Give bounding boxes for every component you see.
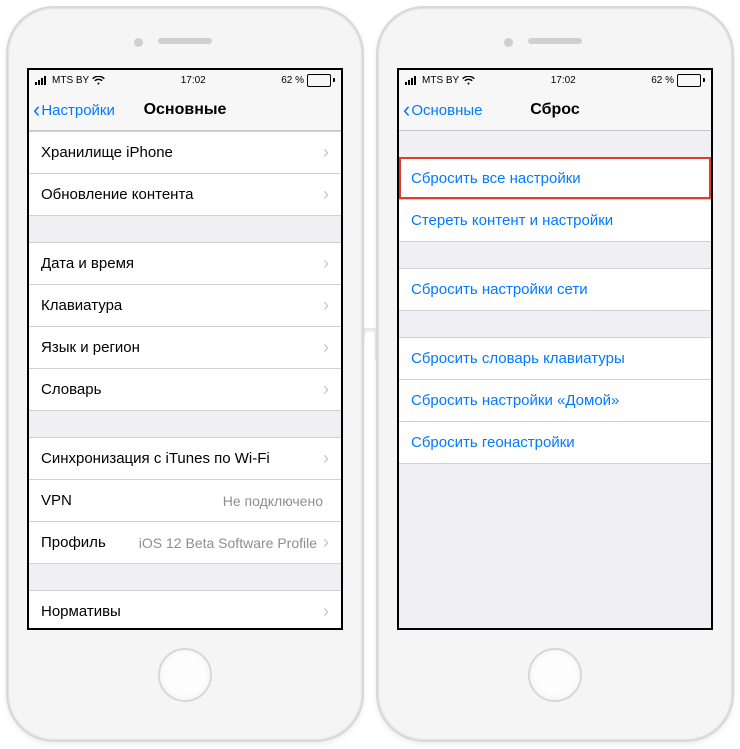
status-time: 17:02 bbox=[551, 75, 576, 86]
row-reset-network[interactable]: Сбросить настройки сети bbox=[399, 268, 711, 311]
home-button[interactable] bbox=[528, 648, 582, 702]
row-label: Обновление контента bbox=[41, 186, 323, 203]
row-reset-location[interactable]: Сбросить геонастройки bbox=[399, 421, 711, 464]
chevron-right-icon: › bbox=[323, 532, 329, 553]
status-time: 17:02 bbox=[181, 75, 206, 86]
row-storage[interactable]: Хранилище iPhone › bbox=[29, 131, 341, 173]
screen-left: MTS BY 17:02 62 % ‹ Настройк bbox=[27, 68, 343, 630]
row-label: Нормативы bbox=[41, 603, 323, 620]
row-profile[interactable]: Профиль iOS 12 Beta Software Profile › bbox=[29, 521, 341, 564]
row-label: Язык и регион bbox=[41, 339, 323, 356]
earpiece-icon bbox=[158, 38, 212, 44]
signal-icon bbox=[405, 75, 419, 85]
front-camera-icon bbox=[504, 38, 513, 47]
home-button[interactable] bbox=[158, 648, 212, 702]
status-bar: MTS BY 17:02 62 % bbox=[29, 70, 341, 90]
back-button[interactable]: ‹ Основные bbox=[403, 99, 483, 121]
chevron-right-icon: › bbox=[323, 601, 329, 622]
page-title: Основные bbox=[144, 101, 227, 119]
row-label: Сбросить геонастройки bbox=[411, 434, 699, 451]
row-label: Клавиатура bbox=[41, 297, 323, 314]
row-label: Сбросить все настройки bbox=[411, 170, 699, 187]
row-erase-all[interactable]: Стереть контент и настройки bbox=[399, 199, 711, 242]
chevron-right-icon: › bbox=[323, 337, 329, 358]
reset-list[interactable]: Сбросить все настройки Стереть контент и… bbox=[399, 131, 711, 628]
chevron-right-icon: › bbox=[323, 142, 329, 163]
row-background-refresh[interactable]: Обновление контента › bbox=[29, 173, 341, 216]
back-label: Основные bbox=[411, 102, 482, 119]
row-vpn[interactable]: VPN Не подключено bbox=[29, 479, 341, 521]
battery-icon bbox=[677, 74, 705, 87]
row-keyboard[interactable]: Клавиатура › bbox=[29, 284, 341, 326]
row-date-time[interactable]: Дата и время › bbox=[29, 242, 341, 284]
row-label: VPN bbox=[41, 492, 223, 509]
row-label: Сбросить настройки «Домой» bbox=[411, 392, 699, 409]
row-label: Сбросить словарь клавиатуры bbox=[411, 350, 699, 367]
chevron-right-icon: › bbox=[323, 379, 329, 400]
row-label: Стереть контент и настройки bbox=[411, 212, 699, 229]
phone-right: MTS BY 17:02 62 % ‹ Основные bbox=[376, 6, 734, 742]
row-label: Сбросить настройки сети bbox=[411, 281, 699, 298]
chevron-right-icon: › bbox=[323, 295, 329, 316]
wifi-icon bbox=[92, 76, 105, 85]
phone-left: MTS BY 17:02 62 % ‹ Настройк bbox=[6, 6, 364, 742]
row-value: Не подключено bbox=[223, 493, 323, 509]
row-language-region[interactable]: Язык и регион › bbox=[29, 326, 341, 368]
row-label: Дата и время bbox=[41, 255, 323, 272]
row-regulatory[interactable]: Нормативы › bbox=[29, 590, 341, 628]
chevron-left-icon: ‹ bbox=[403, 99, 410, 121]
signal-icon bbox=[35, 75, 49, 85]
chevron-right-icon: › bbox=[323, 448, 329, 469]
front-camera-icon bbox=[134, 38, 143, 47]
nav-header: ‹ Настройки Основные bbox=[29, 90, 341, 131]
screen-right: MTS BY 17:02 62 % ‹ Основные bbox=[397, 68, 713, 630]
row-dictionary[interactable]: Словарь › bbox=[29, 368, 341, 411]
battery-percent: 62 % bbox=[651, 75, 674, 86]
back-label: Настройки bbox=[41, 102, 115, 119]
battery-icon bbox=[307, 74, 335, 87]
row-reset-all-settings[interactable]: Сбросить все настройки bbox=[399, 157, 711, 199]
back-button[interactable]: ‹ Настройки bbox=[33, 99, 115, 121]
carrier-label: MTS BY bbox=[52, 75, 89, 86]
chevron-left-icon: ‹ bbox=[33, 99, 40, 121]
status-bar: MTS BY 17:02 62 % bbox=[399, 70, 711, 90]
carrier-label: MTS BY bbox=[422, 75, 459, 86]
nav-header: ‹ Основные Сброс bbox=[399, 90, 711, 131]
row-reset-keyboard-dict[interactable]: Сбросить словарь клавиатуры bbox=[399, 337, 711, 379]
row-reset-home-layout[interactable]: Сбросить настройки «Домой» bbox=[399, 379, 711, 421]
wifi-icon bbox=[462, 76, 475, 85]
earpiece-icon bbox=[528, 38, 582, 44]
chevron-right-icon: › bbox=[323, 253, 329, 274]
row-label: Синхронизация с iTunes по Wi-Fi bbox=[41, 450, 323, 467]
row-label: Словарь bbox=[41, 381, 323, 398]
row-value: iOS 12 Beta Software Profile bbox=[139, 535, 317, 551]
settings-list[interactable]: Хранилище iPhone › Обновление контента ›… bbox=[29, 131, 341, 628]
page-title: Сброс bbox=[530, 101, 579, 119]
battery-percent: 62 % bbox=[281, 75, 304, 86]
row-itunes-wifi-sync[interactable]: Синхронизация с iTunes по Wi-Fi › bbox=[29, 437, 341, 479]
row-label: Хранилище iPhone bbox=[41, 144, 323, 161]
row-label: Профиль bbox=[41, 534, 139, 551]
chevron-right-icon: › bbox=[323, 184, 329, 205]
